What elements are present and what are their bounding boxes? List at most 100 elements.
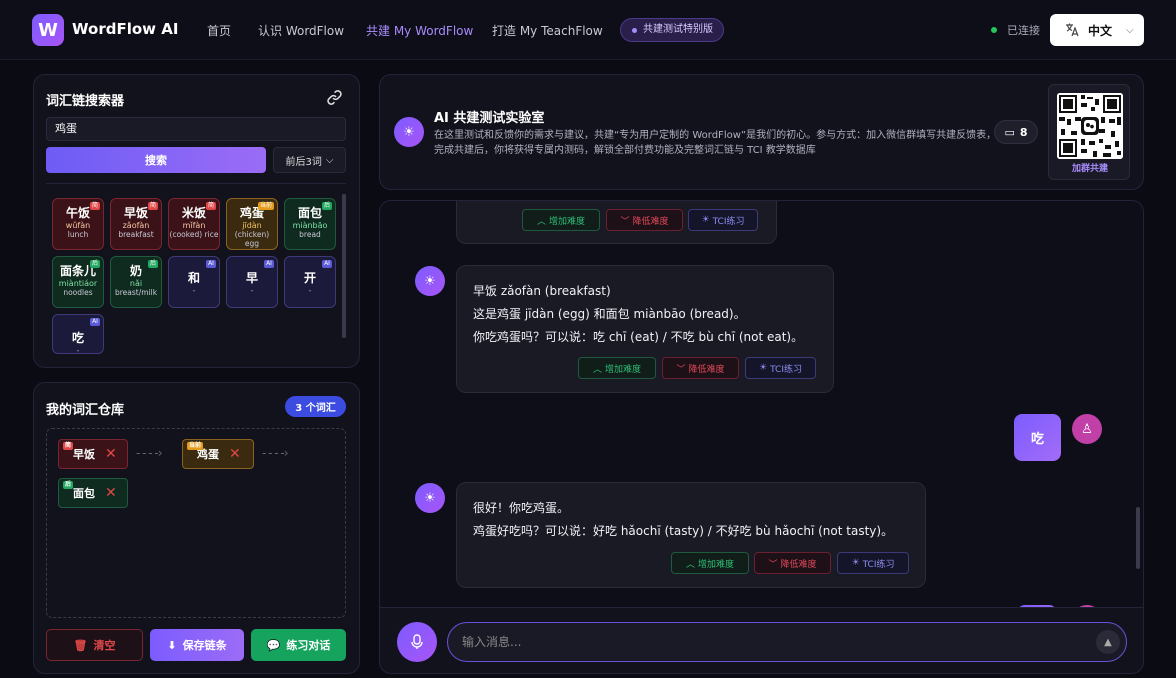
nav-home[interactable]: 首页	[207, 22, 231, 39]
top-navbar: W WordFlow AI 首页 认识 WordFlow 共建 My WordF…	[0, 0, 1176, 60]
card-tag: 后	[322, 202, 332, 210]
increase-difficulty-button[interactable]: ︿ 增加难度	[671, 552, 749, 574]
connection-status: 已连接	[1007, 24, 1040, 37]
bot-avatar: ☀	[415, 266, 445, 296]
send-button[interactable]: ▲	[1096, 630, 1120, 654]
chevron-down-icon: ⌵	[325, 154, 334, 166]
card-tag: AI	[206, 260, 216, 268]
word-card-kai[interactable]: AI 开 -	[284, 256, 336, 308]
chain-chip-mianbao[interactable]: 后面包 ✕	[58, 478, 128, 508]
save-chain-button[interactable]: ⬇ 保存链条	[150, 629, 244, 661]
link-icon[interactable]	[326, 89, 343, 106]
clear-button-label: 清空	[93, 639, 116, 652]
card-pinyin: -	[76, 346, 80, 354]
save-chain-label: 保存链条	[182, 639, 227, 652]
increase-difficulty-label: 增加难度	[549, 216, 586, 227]
card-pinyin: mǐfàn	[182, 221, 206, 230]
word-card-miantiaor[interactable]: 后面条儿 miàntiáor noodles	[52, 256, 104, 308]
nav-about[interactable]: 认识 WordFlow	[258, 22, 344, 39]
chat-message-user: 吃	[1014, 414, 1061, 461]
chat-bubble-icon: 💬	[266, 638, 281, 652]
chevron-down-icon: ﹀	[768, 559, 778, 570]
card-pinyin: zǎofàn	[122, 221, 150, 230]
increase-difficulty-button[interactable]: ︿ 增加难度	[522, 209, 600, 231]
feedback-count: 8	[1019, 125, 1028, 139]
word-card-jidan[interactable]: 当前 鸡蛋 jīdàn (chicken) egg	[226, 198, 278, 250]
lightbulb-icon: ☀	[701, 215, 710, 225]
word-card-wufan[interactable]: 简午饭 wǔfàn lunch	[52, 198, 104, 250]
practice-dialog-label: 练习对话	[286, 639, 331, 652]
chip-word: 面包	[73, 487, 95, 500]
card-english: (chicken) egg	[234, 230, 270, 248]
decrease-difficulty-button[interactable]: ﹀ 降低难度	[754, 552, 831, 574]
chat-scrollbar[interactable]	[1136, 507, 1140, 569]
tci-practice-button[interactable]: ☀ TCI练习	[688, 209, 758, 231]
tci-practice-button[interactable]: ☀ TCI练习	[745, 357, 816, 379]
remove-icon[interactable]: ✕	[105, 485, 117, 501]
word-card-chi[interactable]: AI 吃 -	[52, 314, 104, 354]
trash-icon: 🗑	[73, 638, 88, 652]
chevron-up-icon: ︿	[592, 364, 602, 375]
card-tag: 简	[206, 202, 216, 210]
logo[interactable]: W	[32, 14, 64, 46]
clear-button[interactable]: 🗑 清空	[46, 629, 143, 661]
lightbulb-icon: ☀	[759, 363, 768, 373]
card-pinyin: jīdàn	[242, 221, 262, 230]
chevron-down-icon: ⌵	[1126, 24, 1134, 36]
card-grid-scrollbar[interactable]	[342, 194, 346, 338]
chevron-up-icon: ︿	[685, 559, 695, 570]
practice-dialog-button[interactable]: 💬 练习对话	[251, 629, 346, 661]
chevron-down-icon: ﹀	[620, 216, 630, 227]
chain-chip-zaofan[interactable]: 简早饭 ✕	[58, 439, 128, 469]
qr-code-icon	[1057, 93, 1123, 159]
feedback-count-button[interactable]: ▭ 8	[994, 120, 1038, 144]
card-tag: 简	[148, 202, 158, 210]
card-pinyin: miàntiáor	[58, 279, 98, 288]
word-card-mifan[interactable]: 简米饭 mǐfàn (cooked) rice	[168, 198, 220, 250]
chevron-up-icon: ︿	[536, 216, 546, 227]
tci-practice-label: TCI练习	[712, 216, 745, 227]
repo-panel-title: 我的词汇仓库	[46, 403, 125, 418]
card-tag: 后	[148, 260, 158, 268]
card-hanzi: 和	[187, 271, 200, 285]
chip-tag: 后	[63, 481, 74, 489]
nav-teachflow[interactable]: 打造 My TeachFlow	[492, 22, 603, 39]
message-input[interactable]: 输入消息...	[447, 622, 1127, 662]
brand-name[interactable]: WordFlow AI	[72, 20, 178, 38]
tci-practice-label: TCI练习	[770, 364, 802, 375]
chip-word: 早饭	[73, 448, 95, 461]
range-select[interactable]: 前后3词 ⌵	[273, 147, 346, 173]
word-card-zao[interactable]: AI 早 -	[226, 256, 278, 308]
decrease-difficulty-label: 降低难度	[780, 559, 817, 570]
wechat-qr-card[interactable]: 加群共建	[1048, 84, 1130, 180]
word-card-zaofan[interactable]: 简早饭 zǎofàn breakfast	[110, 198, 162, 250]
language-selector[interactable]: 中文 ⌵	[1050, 14, 1144, 46]
decrease-difficulty-button[interactable]: ﹀ 降低难度	[606, 209, 683, 231]
word-card-nai[interactable]: 后奶 nǎi breast/milk	[110, 256, 162, 308]
send-icon: ▲	[1104, 636, 1112, 648]
remove-icon[interactable]: ✕	[229, 446, 241, 462]
tci-practice-button[interactable]: ☀ TCI练习	[837, 552, 909, 574]
message-line: 很好！你吃鸡蛋。	[473, 501, 570, 515]
vocab-search-input[interactable]: 鸡蛋	[46, 117, 346, 141]
decrease-difficulty-button[interactable]: ﹀ 降低难度	[662, 357, 739, 379]
word-card-he[interactable]: AI 和 -	[168, 256, 220, 308]
card-tag: AI	[264, 260, 274, 268]
chain-arrow-icon: - - - -›	[136, 446, 163, 460]
nav-build-wordflow[interactable]: 共建 My WordFlow	[366, 22, 473, 39]
chain-chip-jidan[interactable]: 当前 鸡蛋 ✕	[182, 439, 254, 469]
tci-practice-label: TCI练习	[862, 559, 895, 570]
translate-icon	[1066, 23, 1079, 37]
chevron-down-icon: ﹀	[676, 364, 686, 375]
microphone-button[interactable]	[397, 622, 437, 662]
card-pinyin: miànbāo	[292, 221, 328, 230]
remove-icon[interactable]: ✕	[105, 446, 117, 462]
word-card-mianbao[interactable]: 后面包 miànbāo bread	[284, 198, 336, 250]
chat-panel: ︿ 增加难度 ﹀ 降低难度 ☀ TCI练习 ☀ 早饭 zǎofàn (breakfas…	[379, 200, 1144, 608]
card-english: (cooked) rice	[169, 230, 219, 239]
card-english: bread	[299, 230, 321, 239]
increase-difficulty-label: 增加难度	[605, 364, 642, 375]
lab-title: AI 共建测试实验室	[434, 111, 545, 126]
search-button[interactable]: 搜索	[46, 147, 266, 173]
increase-difficulty-button[interactable]: ︿ 增加难度	[578, 357, 656, 379]
